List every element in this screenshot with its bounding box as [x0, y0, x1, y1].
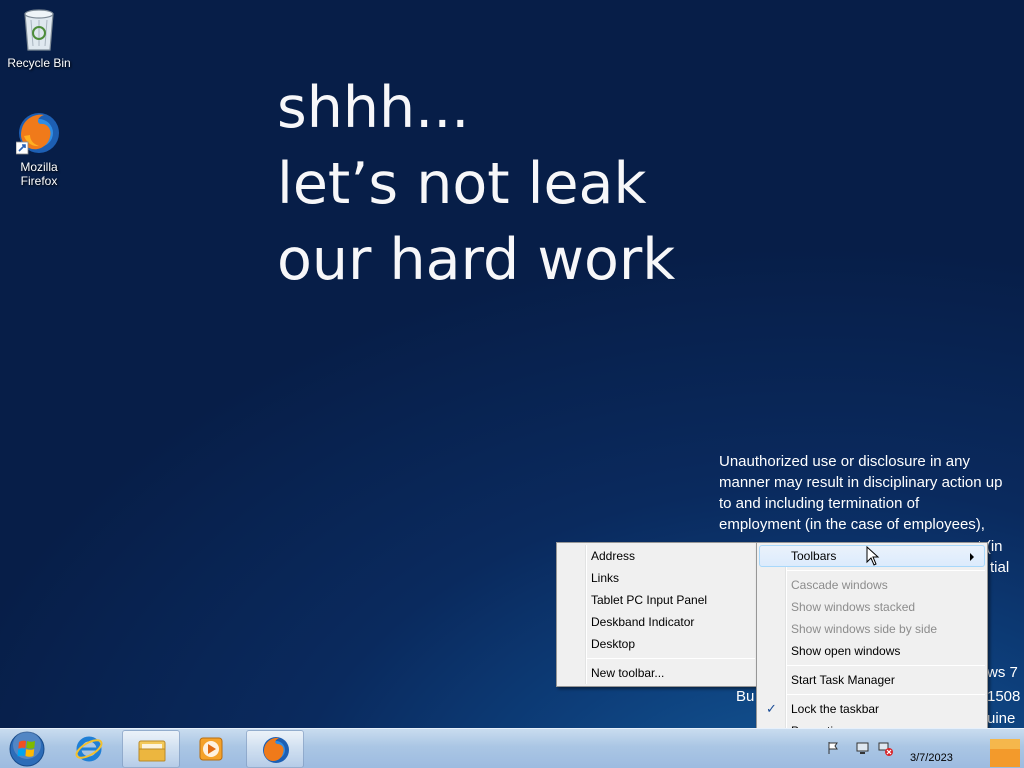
start-button[interactable] — [2, 729, 52, 768]
firefox-shortcut[interactable]: Mozilla Firefox — [3, 110, 75, 188]
menu-item-new-toolbar[interactable]: New toolbar... — [557, 662, 757, 684]
legal-line-4: employment (in the case of employees), — [719, 516, 985, 533]
menu-item-show-windows-stacked[interactable]: Show windows stacked — [757, 596, 987, 618]
menu-item-toolbars-label: Toolbars — [791, 549, 837, 563]
clock-date[interactable]: 3/7/2023 — [910, 752, 953, 764]
tray-network-icon[interactable] — [878, 742, 894, 756]
submenu-arrow-icon — [970, 553, 974, 561]
taskbar-internet-explorer[interactable] — [60, 730, 118, 768]
menu-item-tablet-pc-input-panel[interactable]: Tablet PC Input Panel — [557, 589, 757, 611]
firefox-icon — [16, 113, 59, 155]
firefox-label-line2: Firefox — [20, 174, 58, 188]
toolbars-submenu: Address Links Tablet PC Input Panel Desk… — [556, 542, 758, 687]
wallpaper-line-1: shhh... — [277, 75, 470, 141]
legal-fragment: Bu — [736, 688, 755, 705]
menu-item-start-task-manager[interactable]: Start Task Manager — [757, 669, 987, 691]
internet-explorer-icon — [75, 736, 103, 762]
taskbar-context-menu: Toolbars Cascade windows Show windows st… — [756, 542, 988, 745]
wallpaper-line-2: let’s not leak — [277, 151, 647, 217]
legal-line-2: manner may result in disciplinary action… — [719, 474, 1003, 491]
legal-line-3: to and including termination of — [719, 495, 920, 512]
legal-line-1: Unauthorized use or disclosure in any — [719, 453, 970, 470]
media-player-icon — [199, 737, 223, 761]
mouse-cursor-icon — [866, 546, 880, 566]
menu-item-cascade-windows[interactable]: Cascade windows — [757, 574, 987, 596]
menu-item-deskband-indicator[interactable]: Deskband Indicator — [557, 611, 757, 633]
taskbar: 3/7/2023 — [0, 728, 1024, 768]
menu-item-links[interactable]: Links — [557, 567, 757, 589]
legal-fragment: ws 7 — [987, 664, 1018, 681]
recycle-bin-shortcut[interactable]: Recycle Bin — [3, 6, 75, 70]
menu-item-show-open-windows[interactable]: Show open windows — [757, 640, 987, 662]
menu-separator — [787, 694, 985, 695]
wallpaper-message: shhh... let’s not leak our hard work — [277, 70, 675, 298]
recycle-bin-icon — [24, 9, 54, 51]
menu-item-lock-taskbar-label: Lock the taskbar — [791, 702, 880, 716]
legal-fragment: uine — [987, 710, 1016, 727]
firefox-icon — [263, 737, 289, 763]
menu-item-show-windows-side-by-side[interactable]: Show windows side by side — [757, 618, 987, 640]
taskbar-media-player[interactable] — [182, 730, 240, 768]
tray-display-icon[interactable] — [856, 741, 870, 755]
menu-item-address[interactable]: Address — [557, 545, 757, 567]
firefox-label-line1: Mozilla — [20, 160, 58, 174]
menu-item-lock-taskbar[interactable]: ✓ Lock the taskbar — [757, 698, 987, 720]
tray-flag-icon[interactable] — [826, 741, 840, 755]
legal-fragment: tial — [990, 559, 1010, 576]
legal-notice: Unauthorized use or disclosure in any ma… — [719, 451, 1024, 535]
checkmark-icon: ✓ — [766, 701, 777, 716]
taskbar-firefox[interactable] — [246, 730, 304, 768]
menu-item-desktop[interactable]: Desktop — [557, 633, 757, 655]
windows-logo-icon — [9, 731, 45, 767]
menu-separator — [787, 665, 985, 666]
menu-separator — [587, 658, 755, 659]
legal-fragment: 1508 — [987, 688, 1021, 705]
wallpaper-line-3: our hard work — [277, 227, 676, 293]
show-desktop-icon — [990, 739, 1020, 767]
show-desktop-button[interactable] — [972, 731, 1022, 768]
menu-separator — [787, 570, 985, 571]
windows-explorer-icon — [138, 740, 166, 762]
recycle-bin-label: Recycle Bin — [7, 56, 71, 70]
taskbar-windows-explorer[interactable] — [122, 730, 180, 768]
